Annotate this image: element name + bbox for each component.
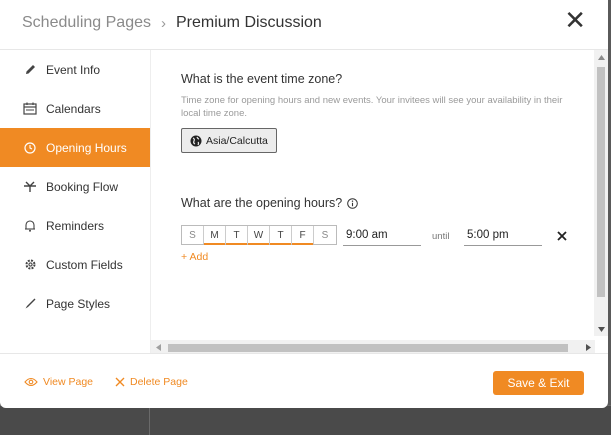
background-divider xyxy=(149,405,150,435)
dialog-body: Event Info Calendars Opening Hours Booki… xyxy=(0,49,608,354)
main-panel: What is the event time zone? Time zone f… xyxy=(150,50,608,354)
start-time-input[interactable] xyxy=(343,224,421,246)
timezone-question: What is the event time zone? xyxy=(181,72,343,86)
opening-hours-question: What are the opening hours? xyxy=(181,196,343,210)
bell-icon xyxy=(23,219,37,233)
sidebar-item-label: Custom Fields xyxy=(46,257,123,272)
horizontal-scrollbar-thumb[interactable] xyxy=(168,344,568,352)
globe-icon xyxy=(190,135,202,147)
add-hours-link[interactable]: + Add xyxy=(181,251,208,263)
sidebar-item-label: Event Info xyxy=(46,62,101,77)
timezone-value: Asia/Calcutta xyxy=(206,134,268,147)
flow-icon xyxy=(23,180,37,194)
day-toggle-saturday[interactable]: S xyxy=(314,226,336,244)
weekday-selector: S M T W T F S xyxy=(181,225,337,245)
horizontal-scrollbar[interactable] xyxy=(151,340,595,354)
gear-icon xyxy=(23,258,37,272)
sidebar-item-reminders[interactable]: Reminders xyxy=(0,206,150,245)
sidebar-item-page-styles[interactable]: Page Styles xyxy=(0,284,150,323)
day-toggle-sunday[interactable]: S xyxy=(182,226,204,244)
eye-icon xyxy=(24,377,38,387)
breadcrumb-parent[interactable]: Scheduling Pages xyxy=(22,14,151,32)
delete-page-label: Delete Page xyxy=(130,376,188,388)
remove-hours-icon[interactable] xyxy=(557,228,567,246)
end-time-input[interactable] xyxy=(464,224,542,246)
clock-icon xyxy=(23,141,37,155)
page-title: Premium Discussion xyxy=(175,14,322,31)
day-toggle-tuesday[interactable]: T xyxy=(226,226,248,245)
brush-icon xyxy=(23,297,37,311)
sidebar-item-booking-flow[interactable]: Booking Flow xyxy=(0,167,150,206)
sidebar-item-event-info[interactable]: Event Info xyxy=(0,50,150,89)
view-page-label: View Page xyxy=(43,376,94,388)
calendar-icon xyxy=(23,102,37,116)
sidebar-item-label: Page Styles xyxy=(46,296,111,311)
sidebar: Event Info Calendars Opening Hours Booki… xyxy=(0,50,150,354)
view-page-link[interactable]: View Page xyxy=(24,376,93,388)
breadcrumb-separator: › xyxy=(160,14,166,32)
background-taskbar xyxy=(0,405,611,435)
scroll-right-icon[interactable] xyxy=(581,340,595,354)
scheduling-dialog: Scheduling Pages › Premium Discussion ✕ … xyxy=(0,0,608,408)
sidebar-item-label: Booking Flow xyxy=(46,179,119,194)
sidebar-item-label: Opening Hours xyxy=(46,140,127,155)
until-label: until xyxy=(432,231,450,242)
vertical-scrollbar[interactable] xyxy=(594,50,608,336)
sidebar-item-label: Reminders xyxy=(46,218,105,233)
timezone-hint: Time zone for opening hours and new even… xyxy=(181,95,563,119)
scroll-left-icon[interactable] xyxy=(151,340,165,354)
scroll-up-icon[interactable] xyxy=(594,50,608,64)
vertical-scrollbar-thumb[interactable] xyxy=(597,67,605,297)
sidebar-item-custom-fields[interactable]: Custom Fields xyxy=(0,245,150,284)
sidebar-item-label: Calendars xyxy=(46,101,101,116)
day-toggle-wednesday[interactable]: W xyxy=(248,226,270,245)
timezone-section: What is the event time zone? Time zone f… xyxy=(181,72,591,153)
close-icon[interactable]: ✕ xyxy=(564,8,586,34)
delete-page-link[interactable]: Delete Page xyxy=(115,376,188,388)
delete-x-icon xyxy=(115,377,125,387)
timezone-button[interactable]: Asia/Calcutta xyxy=(181,128,277,153)
day-toggle-thursday[interactable]: T xyxy=(270,226,292,245)
day-toggle-monday[interactable]: M xyxy=(204,226,226,245)
dialog-footer: View Page Delete Page Save & Exit xyxy=(0,353,608,408)
save-exit-button[interactable]: Save & Exit xyxy=(493,371,584,395)
dialog-header: Scheduling Pages › Premium Discussion ✕ xyxy=(0,0,608,46)
pencil-icon xyxy=(23,63,37,77)
info-icon[interactable] xyxy=(347,197,359,209)
sidebar-item-calendars[interactable]: Calendars xyxy=(0,89,150,128)
day-toggle-friday[interactable]: F xyxy=(292,226,314,245)
opening-hours-heading: What are the opening hours? xyxy=(181,196,359,210)
sidebar-item-opening-hours[interactable]: Opening Hours xyxy=(0,128,150,167)
scroll-down-icon[interactable] xyxy=(594,322,608,336)
